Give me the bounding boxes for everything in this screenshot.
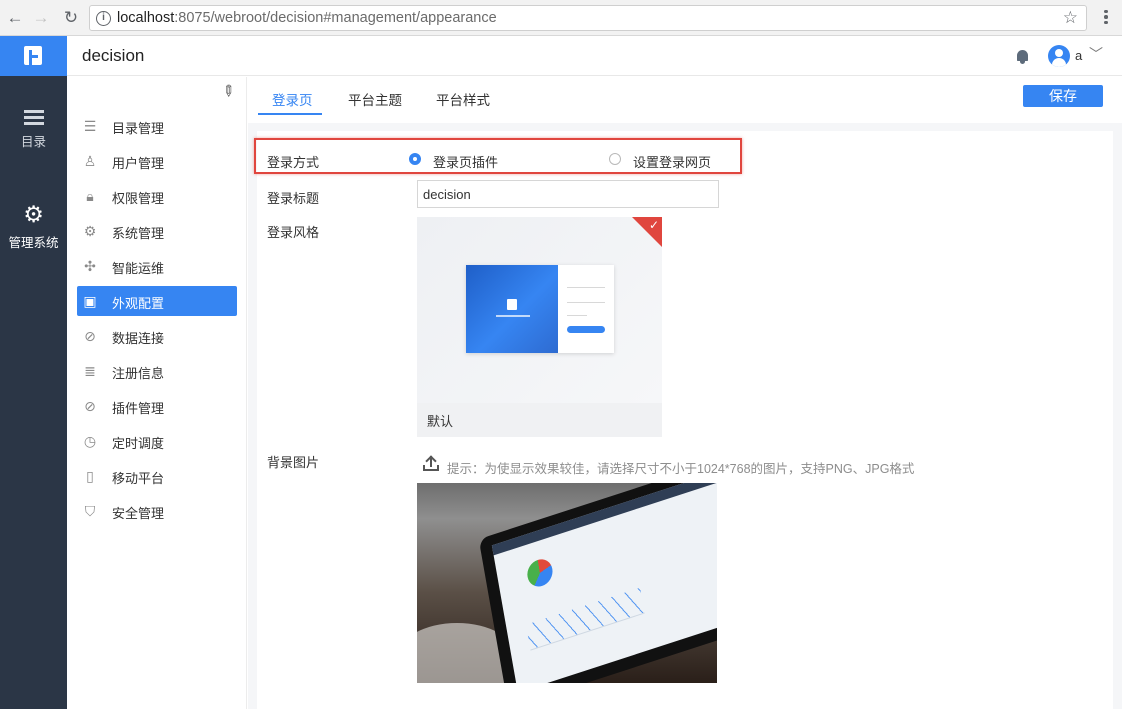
link-icon: ⊘ [84, 328, 96, 344]
sidebar-item-lock[interactable]: 🔒︎ 权限管理 [77, 181, 237, 211]
login-method-label: 登录方式 [267, 155, 320, 170]
login-style-label: 登录风格 [267, 225, 320, 240]
gear-icon: ⚙ [23, 201, 44, 227]
style-name: 默认 [427, 414, 454, 429]
back-icon[interactable]: ← [5, 8, 25, 28]
login-preview-thumbnail [466, 265, 614, 353]
login-style-preview [417, 217, 662, 403]
sidebar-item-label: 数据连接 [112, 331, 165, 346]
list-icon [23, 109, 44, 125]
timer-icon: ◷ [83, 433, 97, 449]
forward-icon[interactable]: → [31, 8, 51, 28]
sidebar-item-shield[interactable]: ⛉ 安全管理 [77, 496, 237, 526]
login-title-input[interactable] [417, 180, 719, 208]
tab-login-page[interactable]: 登录页 [272, 89, 313, 109]
avatar[interactable] [1048, 45, 1070, 67]
bookmark-star-icon[interactable]: ☆ [1063, 8, 1078, 28]
radio-login-webpage[interactable] [609, 153, 621, 165]
app-logo[interactable] [0, 36, 67, 76]
browser-toolbar: ← → ↻ i localhost:8075/webroot/decision#… [0, 0, 1122, 36]
bg-image-label: 背景图片 [267, 455, 320, 470]
tab-platform-theme[interactable]: 平台主题 [348, 89, 402, 109]
login-settings-panel: 登录方式 登录页插件 设置登录网页 登录标题 登录风格 ✓ 默认 背景图片 [254, 131, 1113, 709]
sidebar-item-label: 权限管理 [112, 191, 165, 206]
tab-bar: 登录页 平台主题 平台样式 保存 [248, 77, 1122, 123]
user-name[interactable]: a [1075, 48, 1082, 63]
sidebar-item-mobile[interactable]: ▯ 移动平台 [77, 461, 237, 491]
sidebar-item-timer[interactable]: ◷ 定时调度 [77, 426, 237, 456]
pin-icon[interactable]: ✎ [217, 80, 239, 102]
sidebar-item-appearance[interactable]: ▣ 外观配置 [77, 286, 237, 316]
check-icon: ✓ [648, 218, 659, 232]
mobile-icon: ▯ [86, 468, 94, 484]
gear-icon: ⚙ [83, 223, 97, 239]
tablet-photo [478, 483, 717, 683]
sidebar-item-label: 外观配置 [112, 296, 165, 311]
sidebar-item-network[interactable]: ✣ 智能运维 [77, 251, 237, 281]
upload-icon[interactable] [423, 454, 439, 472]
sidebar-item-link[interactable]: ⊘ 数据连接 [77, 321, 237, 351]
plugin-icon: ⊘ [84, 398, 96, 414]
bell-icon[interactable] [1017, 50, 1028, 64]
browser-menu-icon[interactable] [1100, 8, 1112, 28]
shield-icon: ⛉ [84, 503, 96, 519]
sidebar-item-catalog[interactable]: ☰ 目录管理 [77, 111, 237, 141]
sidebar-item-label: 目录管理 [112, 121, 165, 136]
reload-icon[interactable]: ↻ [61, 8, 81, 28]
sidebar-item-user[interactable]: ♙ 用户管理 [77, 146, 237, 176]
radio-login-webpage-label[interactable]: 设置登录网页 [633, 152, 711, 171]
register-icon: ≣ [84, 363, 96, 379]
sidebar-item-label: 用户管理 [112, 156, 165, 171]
top-header: decision a ﹀ [67, 36, 1122, 76]
sidebar-item-label: 安全管理 [112, 506, 165, 521]
address-bar[interactable]: i localhost:8075/webroot/decision#manage… [89, 5, 1087, 31]
app-rail: 目录 ⚙ 管理系统 [0, 36, 67, 709]
sidebar-item-label: 插件管理 [112, 401, 165, 416]
tab-platform-style[interactable]: 平台样式 [436, 89, 490, 109]
url-text[interactable]: localhost:8075/webroot/decision#manageme… [117, 10, 497, 26]
rail-admin-label: 管理系统 [8, 236, 59, 250]
sidebar-item-label: 注册信息 [112, 366, 165, 381]
sidebar-item-gear[interactable]: ⚙ 系统管理 [77, 216, 237, 246]
save-button[interactable]: 保存 [1023, 85, 1103, 107]
sidebar-item-register[interactable]: ≣ 注册信息 [77, 356, 237, 386]
rail-catalog-label: 目录 [20, 135, 46, 149]
sidebar-item-label: 智能运维 [112, 261, 165, 276]
app-title: decision [82, 46, 145, 65]
info-icon[interactable]: i [96, 11, 111, 26]
sidebar-item-label: 系统管理 [112, 226, 165, 241]
bg-image-hint: 提示：为使显示效果较佳，请选择尺寸不小于1024*768的图片，支持PNG、JP… [447, 462, 915, 476]
login-style-card-default[interactable]: ✓ 默认 [417, 217, 662, 437]
background-image-preview[interactable] [417, 483, 717, 683]
chevron-down-icon[interactable]: ﹀ [1089, 44, 1103, 64]
catalog-icon: ☰ [83, 118, 97, 134]
active-tab-indicator [258, 113, 322, 115]
login-title-label: 登录标题 [267, 191, 320, 206]
sidebar-item-plugin[interactable]: ⊘ 插件管理 [77, 391, 237, 421]
sidebar-item-label: 移动平台 [112, 471, 165, 486]
radio-login-plugin[interactable] [409, 153, 421, 165]
network-icon: ✣ [84, 258, 96, 274]
lock-icon: 🔒︎ [86, 188, 94, 204]
radio-login-plugin-label[interactable]: 登录页插件 [433, 152, 498, 171]
appearance-icon: ▣ [83, 293, 97, 309]
sidebar: ✎ ☰ 目录管理 ♙ 用户管理 🔒︎ 权限管理 ⚙ 系统管理 ✣ 智能运维 ▣ 外观配置 ⊘ 数据连接 ≣ 注… [67, 77, 247, 709]
sidebar-item-label: 定时调度 [112, 436, 165, 451]
main-content: 登录页 平台主题 平台样式 保存 登录方式 登录页插件 设置登录网页 登录标题 … [248, 77, 1122, 709]
rail-item-catalog[interactable]: 目录 [0, 109, 67, 150]
rail-item-admin[interactable]: ⚙ 管理系统 [0, 202, 67, 251]
user-icon: ♙ [83, 153, 97, 169]
